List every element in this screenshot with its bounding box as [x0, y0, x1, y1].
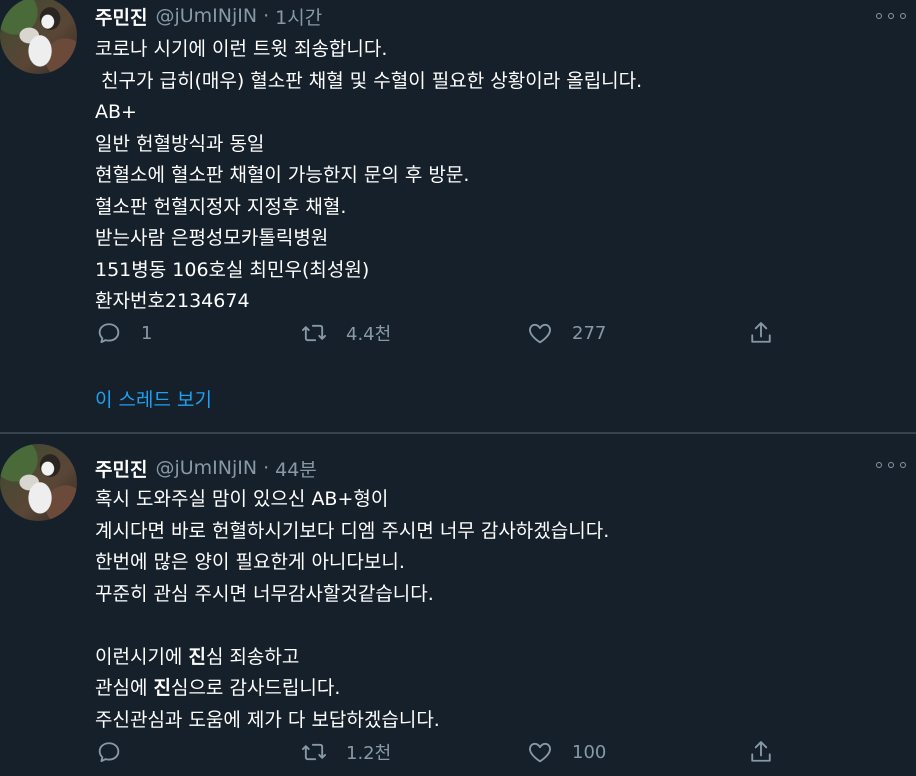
tweet-line: 관심에 진심으로 감사드립니다. [95, 677, 341, 699]
tweet-text: 혹시 도와주실 맘이 있으신 AB+형이계시다면 바로 헌혈하시기보다 디엠 주… [95, 484, 609, 736]
tweet-line: 주신관심과 도움에 제가 다 보답하겠습니다. [95, 708, 440, 731]
tweet-actions: 1 4.4천 277 [95, 318, 785, 348]
reply-icon [98, 323, 120, 344]
separator-dot: · [263, 5, 270, 27]
display-name[interactable]: 주민진 [95, 455, 147, 482]
tweet-line: 친구가 급히(매우) 혈소판 채혈 및 수혈이 필요한 상황이라 올립니다. [95, 69, 643, 92]
more-icon[interactable] [876, 6, 906, 26]
reply-button[interactable] [95, 737, 141, 767]
like-count: 277 [572, 322, 607, 344]
like-count: 100 [572, 741, 607, 763]
share-icon [751, 322, 771, 343]
show-thread-link[interactable]: 이 스레드 보기 [95, 385, 212, 412]
reply-icon [98, 742, 120, 763]
share-icon [751, 741, 771, 762]
tweet-header: 주민진 @jUmINjIN · 44분 [95, 453, 317, 483]
tweet-line: 코로나 시기에 이런 트윗 죄송합니다. [95, 38, 388, 60]
heart-icon [529, 742, 551, 763]
tweet-line: 환자번호2134674 [95, 290, 250, 312]
retweet-button[interactable]: 1.2천 [300, 737, 391, 767]
retweet-count: 4.4천 [346, 324, 392, 345]
tweet-line: 꾸준히 관심 주시면 너무감사할것같습니다. [95, 582, 434, 605]
tweet-timestamp[interactable]: 1시간 [275, 3, 322, 30]
tweet-line: 계시다면 바로 헌혈하시기보다 디엠 주시면 너무 감사하겠습니다. [95, 519, 610, 542]
user-handle[interactable]: @jUmINjIN [155, 457, 257, 479]
avatar[interactable] [0, 444, 77, 521]
user-handle[interactable]: @jUmINjIN [155, 5, 257, 27]
more-icon[interactable] [876, 455, 906, 475]
tweet-line: 151병동 106호실 최민우(최성원) [95, 258, 370, 281]
retweet-icon [301, 743, 327, 761]
tweet-timestamp[interactable]: 44분 [275, 455, 317, 482]
retweet-count: 1.2천 [346, 743, 392, 764]
like-button[interactable]: 277 [526, 318, 606, 348]
tweet-line: 받는사람 은평성모카톨릭병원 [95, 227, 329, 249]
tweet-text: 코로나 시기에 이런 트윗 죄송합니다. 친구가 급히(매우) 혈소판 채혈 및… [95, 34, 642, 318]
tweet-2[interactable]: 주민진 @jUmINjIN · 44분 혹시 도와주실 맘이 있으신 AB+형이… [0, 434, 916, 776]
tweet-line: 혈소판 헌혈지정자 지정후 채혈. [95, 195, 347, 218]
heart-icon [529, 323, 551, 344]
retweet-icon [301, 324, 327, 342]
tweet-line: AB+ [95, 101, 137, 123]
tweet-header: 주민진 @jUmINjIN · 1시간 [95, 1, 322, 31]
retweet-button[interactable]: 4.4천 [300, 318, 391, 348]
tweet-line: 혹시 도와주실 맘이 있으신 AB+형이 [95, 488, 389, 510]
tweet-line: 일반 헌혈방식과 동일 [95, 132, 265, 155]
tweet-line: 현혈소에 혈소판 채혈이 가능한지 문의 후 방문. [95, 164, 470, 186]
separator-dot: · [263, 457, 270, 479]
like-button[interactable]: 100 [526, 737, 606, 767]
display-name[interactable]: 주민진 [95, 3, 147, 30]
tweet-line: 이런시기에 진심 죄송하고 [95, 645, 300, 668]
share-button[interactable] [747, 737, 775, 767]
tweet-line: 한번에 많은 양이 필요한게 아니다보니. [95, 551, 405, 573]
reply-count: 1 [141, 322, 153, 344]
tweet-actions: 1.2천 100 [95, 737, 785, 767]
avatar[interactable] [0, 0, 77, 74]
tweet-line [95, 610, 609, 642]
share-button[interactable] [747, 318, 775, 348]
reply-button[interactable]: 1 [95, 318, 152, 348]
tweet-1[interactable]: 주민진 @jUmINjIN · 1시간 코로나 시기에 이런 트윗 죄송합니다.… [0, 0, 916, 433]
